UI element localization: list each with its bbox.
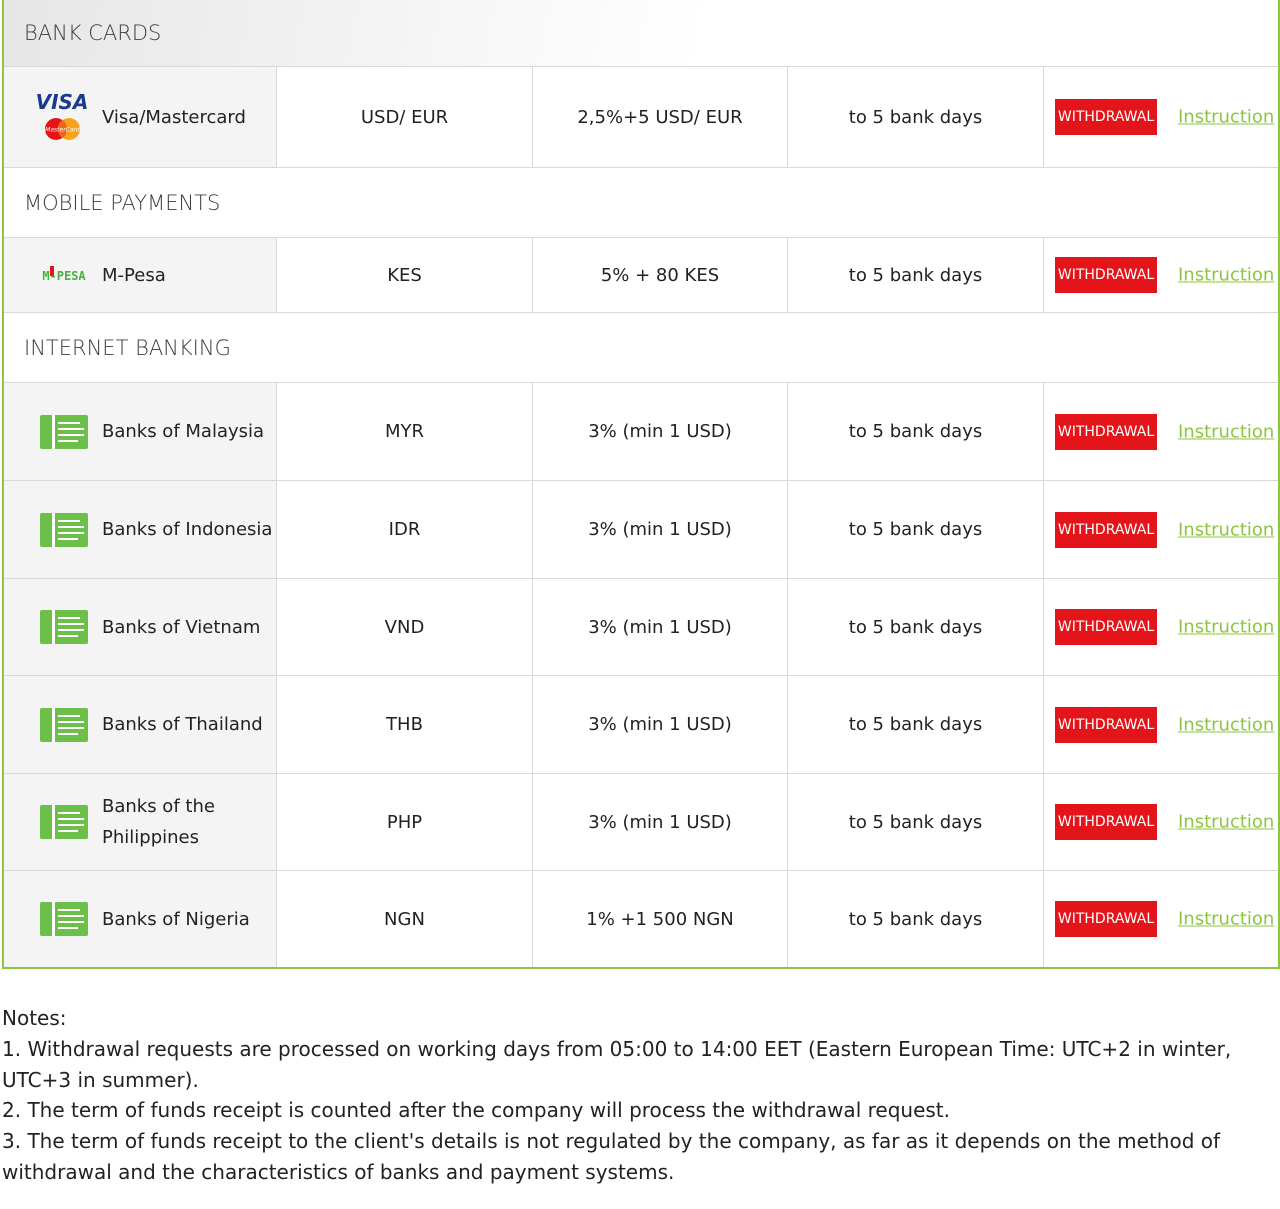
method-name: Banks of Thailand	[102, 714, 263, 735]
method-cell: Banks of Indonesia	[4, 481, 277, 578]
table-row-banks-malaysia: Banks of Malaysia MYR 3% (min 1 USD) to …	[4, 383, 1278, 481]
instruction-link[interactable]: Instruction	[1178, 421, 1274, 442]
section-header-mobile-payments: MOBILE PAYMENTS	[4, 168, 1278, 238]
action-cell: WITHDRAWAL Instruction	[1044, 238, 1278, 312]
method-cell: M-PESA M-Pesa	[4, 238, 277, 312]
notes-section: Notes: 1. Withdrawal requests are proces…	[2, 1003, 1272, 1188]
fee-cell: 2,5%+5 USD/ EUR	[533, 67, 788, 167]
method-cell: Banks of Thailand	[4, 676, 277, 773]
method-cell: VISA MasterCard Visa/Mastercard	[4, 67, 277, 167]
instruction-link[interactable]: Instruction	[1178, 519, 1274, 540]
withdrawal-button[interactable]: WITHDRAWAL	[1055, 609, 1157, 645]
term-cell: to 5 bank days	[788, 383, 1044, 480]
action-cell: WITHDRAWAL Instruction	[1044, 579, 1278, 675]
method-cell: Banks of Malaysia	[4, 383, 277, 480]
method-name-line2: Philippines	[102, 827, 199, 848]
fee-cell: 5% + 80 KES	[533, 238, 788, 312]
table-row-banks-philippines: Banks of the Philippines PHP 3% (min 1 U…	[4, 774, 1278, 871]
table-row-visa-mastercard: VISA MasterCard Visa/Mastercard USD/ EUR…	[4, 67, 1278, 168]
fee-cell: 1% +1 500 NGN	[533, 871, 788, 967]
method-name: Banks of the Philippines	[102, 791, 215, 853]
withdrawal-button[interactable]: WITHDRAWAL	[1055, 511, 1157, 548]
term-cell: to 5 bank days	[788, 774, 1044, 870]
currency-cell: USD/ EUR	[277, 67, 533, 167]
table-row-banks-thailand: Banks of Thailand THB 3% (min 1 USD) to …	[4, 676, 1278, 774]
mastercard-logo-text: MasterCard	[45, 127, 80, 134]
instruction-link[interactable]: Instruction	[1178, 714, 1274, 735]
term-cell: to 5 bank days	[788, 676, 1044, 773]
action-cell: WITHDRAWAL Instruction	[1044, 774, 1278, 870]
withdrawal-methods-table: BANK CARDS VISA MasterCard Visa/Masterca…	[2, 0, 1280, 969]
mpesa-logo-text: M-PESA	[42, 269, 86, 283]
method-cell: Banks of Vietnam	[4, 579, 277, 675]
withdrawal-button[interactable]: WITHDRAWAL	[1055, 99, 1157, 135]
instruction-link[interactable]: Instruction	[1178, 265, 1274, 286]
instruction-link[interactable]: Instruction	[1178, 617, 1274, 638]
section-title: MOBILE PAYMENTS	[24, 190, 221, 215]
bank-transfer-icon	[36, 508, 92, 552]
term-cell: to 5 bank days	[788, 481, 1044, 578]
note-item: 1. Withdrawal requests are processed on …	[2, 1036, 1232, 1092]
action-cell: WITHDRAWAL Instruction	[1044, 383, 1278, 480]
method-name: Banks of Vietnam	[102, 616, 261, 638]
method-name: Banks of Malaysia	[102, 421, 265, 442]
withdrawal-button[interactable]: WITHDRAWAL	[1055, 804, 1157, 840]
action-cell: WITHDRAWAL Instruction	[1044, 67, 1278, 167]
instruction-link[interactable]: Instruction	[1178, 909, 1274, 930]
fee-cell: 3% (min 1 USD)	[533, 481, 788, 578]
withdrawal-button[interactable]: WITHDRAWAL	[1055, 413, 1157, 450]
currency-cell: KES	[277, 238, 533, 312]
bank-transfer-icon	[36, 703, 92, 747]
bank-transfer-icon	[36, 605, 92, 649]
currency-cell: VND	[277, 579, 533, 675]
section-header-bank-cards: BANK CARDS	[4, 0, 1278, 67]
method-name: Banks of Nigeria	[102, 908, 250, 930]
method-name: M-Pesa	[102, 264, 166, 286]
action-cell: WITHDRAWAL Instruction	[1044, 481, 1278, 578]
table-row-banks-indonesia: Banks of Indonesia IDR 3% (min 1 USD) to…	[4, 481, 1278, 579]
method-cell: Banks of the Philippines	[4, 774, 277, 870]
currency-cell: NGN	[277, 871, 533, 967]
fee-cell: 3% (min 1 USD)	[533, 676, 788, 773]
action-cell: WITHDRAWAL Instruction	[1044, 676, 1278, 773]
fee-cell: 3% (min 1 USD)	[533, 774, 788, 870]
section-header-internet-banking: INTERNET BANKING	[4, 313, 1278, 383]
currency-cell: THB	[277, 676, 533, 773]
withdrawal-button[interactable]: WITHDRAWAL	[1055, 706, 1157, 743]
instruction-link[interactable]: Instruction	[1178, 812, 1274, 833]
table-row-banks-nigeria: Banks of Nigeria NGN 1% +1 500 NGN to 5 …	[4, 871, 1278, 967]
notes-title: Notes:	[2, 1006, 67, 1030]
currency-cell: IDR	[277, 481, 533, 578]
withdrawal-button[interactable]: WITHDRAWAL	[1055, 901, 1157, 937]
table-row-banks-vietnam: Banks of Vietnam VND 3% (min 1 USD) to 5…	[4, 579, 1278, 676]
method-name-line1: Banks of the	[102, 796, 215, 817]
bank-transfer-icon	[36, 410, 92, 454]
instruction-link[interactable]: Instruction	[1178, 107, 1274, 128]
section-title: BANK CARDS	[24, 21, 162, 45]
method-cell: Banks of Nigeria	[4, 871, 277, 967]
table-row-mpesa: M-PESA M-Pesa KES 5% + 80 KES to 5 bank …	[4, 238, 1278, 313]
mpesa-logo: M-PESA	[36, 253, 92, 297]
withdrawal-button[interactable]: WITHDRAWAL	[1055, 257, 1157, 293]
currency-cell: PHP	[277, 774, 533, 870]
method-name: Banks of Indonesia	[102, 519, 273, 540]
fee-cell: 3% (min 1 USD)	[533, 579, 788, 675]
bank-transfer-icon	[36, 800, 92, 844]
method-name: Visa/Mastercard	[102, 106, 246, 128]
note-item: 2. The term of funds receipt is counted …	[2, 1098, 950, 1123]
currency-cell: MYR	[277, 383, 533, 480]
bank-transfer-icon	[36, 897, 92, 941]
term-cell: to 5 bank days	[788, 579, 1044, 675]
visa-mastercard-logo: VISA MasterCard	[36, 90, 92, 140]
visa-logo-text: VISA	[36, 90, 88, 114]
action-cell: WITHDRAWAL Instruction	[1044, 871, 1278, 967]
term-cell: to 5 bank days	[788, 238, 1044, 312]
section-title: INTERNET BANKING	[24, 335, 231, 360]
term-cell: to 5 bank days	[788, 871, 1044, 967]
term-cell: to 5 bank days	[788, 67, 1044, 167]
fee-cell: 3% (min 1 USD)	[533, 383, 788, 480]
note-item: 3. The term of funds receipt to the clie…	[2, 1129, 1221, 1184]
